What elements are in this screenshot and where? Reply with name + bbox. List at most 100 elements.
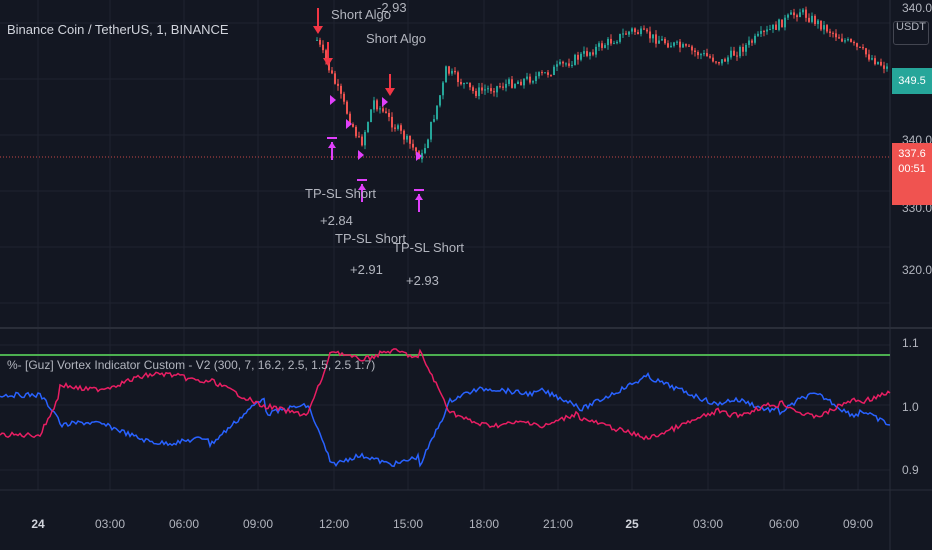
time-axis-label: 06:00 [169,517,199,531]
candle-body [880,61,882,66]
candle-body [682,44,684,48]
chart-canvas[interactable]: 340.0340.0330.0320.0Short Algo-2.93Short… [0,0,932,550]
price-axis-label: 340.0 [902,1,932,15]
candle-body [628,31,630,35]
candle-body [517,81,519,85]
candle-body [673,42,675,46]
candle-body [475,90,477,97]
candle-body [868,54,870,60]
candle-body [838,37,840,39]
candle-body [400,125,402,131]
vi-plus-line [0,372,891,468]
candle-body [685,44,687,46]
candle-body [322,44,324,51]
candle-body [703,53,705,55]
candle-body [697,52,699,56]
candle-body [424,148,426,154]
candle-body [637,32,639,35]
candle-body [718,62,720,64]
candle-body [631,28,633,32]
candle-body [862,47,864,49]
candle-body [460,81,462,85]
candle-body [850,39,852,42]
candle-body [523,78,525,86]
candle-body [742,46,744,52]
candle-body [865,48,867,55]
candle-body [370,109,372,123]
candle-body [598,43,600,47]
candle-body [823,25,825,30]
candle-body [820,20,822,30]
candle-body [658,40,660,44]
time-axis-label: 09:00 [243,517,273,531]
candle-body [607,38,609,46]
chart-area[interactable]: 340.0 340.0 330.0 320.0 Short Algo -2.93 Short… [0,0,932,550]
current-price-badge: 337.6 00:51 [892,143,932,205]
candle-body [610,38,612,44]
candle-body [472,87,474,91]
candle-body [451,70,453,74]
time-axis-label: 18:00 [469,517,499,531]
candle-body [844,40,846,42]
candle-body [757,33,759,36]
candle-body [583,51,585,54]
candle-body [376,100,378,110]
candle-body [334,73,336,84]
candle-body [799,12,801,18]
candle-body [457,72,459,82]
candle-body [496,86,498,93]
candle-body [562,61,564,64]
time-axis-label: 25 [625,517,639,531]
candle-body [613,43,615,45]
symbol-title[interactable]: Binance Coin / TetherUS, 1, BINANCE [7,22,229,37]
candle-body [559,61,561,65]
countdown-timer: 00:51 [898,163,926,175]
short-signal-arrowhead [313,26,323,34]
candle-body [547,72,549,75]
time-axis-label: 24 [31,517,45,531]
candle-body [358,136,360,138]
candle-body [415,147,417,152]
candle-body [403,130,405,140]
currency-unit-button[interactable]: USDT [893,21,929,45]
candle-body [361,136,363,146]
candle-body [439,95,441,106]
candle-body [769,29,771,31]
candle-body [877,61,879,65]
candle-body [514,84,516,88]
candle-body [466,82,468,84]
trade-annotation: -2.93 [377,0,407,15]
candle-body [841,38,843,42]
time-axis-label: 12:00 [319,517,349,531]
candle-body [586,51,588,56]
indicator-axis-label: 1.0 [902,400,919,414]
candle-body [694,50,696,53]
candle-body [409,135,411,144]
candle-body [535,76,537,82]
candle-body [790,12,792,15]
candle-body [355,126,357,137]
last-price-badge: 349.5 [892,68,932,94]
candle-body [490,88,492,92]
candle-body [793,12,795,16]
candle-body [529,76,531,83]
candle-body [874,58,876,65]
candle-body [622,33,624,35]
candle-body [832,32,834,34]
candle-body [391,116,393,128]
current-price-value: 337.6 [898,148,926,160]
candle-body [883,65,885,69]
candle-body [595,46,597,55]
trade-annotation: TP-SL Short [393,240,464,255]
candle-body [487,88,489,90]
candle-body [385,111,387,113]
candle-body [751,40,753,43]
last-price-value: 349.5 [898,75,926,87]
candle-body [781,19,783,28]
indicator-legend[interactable]: %- [Guz] Vortex Indicator Custom - V2 (3… [7,358,375,372]
candle-body [814,15,816,25]
exit-triangle [358,150,364,160]
candle-body [709,56,711,58]
candle-body [592,52,594,55]
candle-body [700,54,702,56]
